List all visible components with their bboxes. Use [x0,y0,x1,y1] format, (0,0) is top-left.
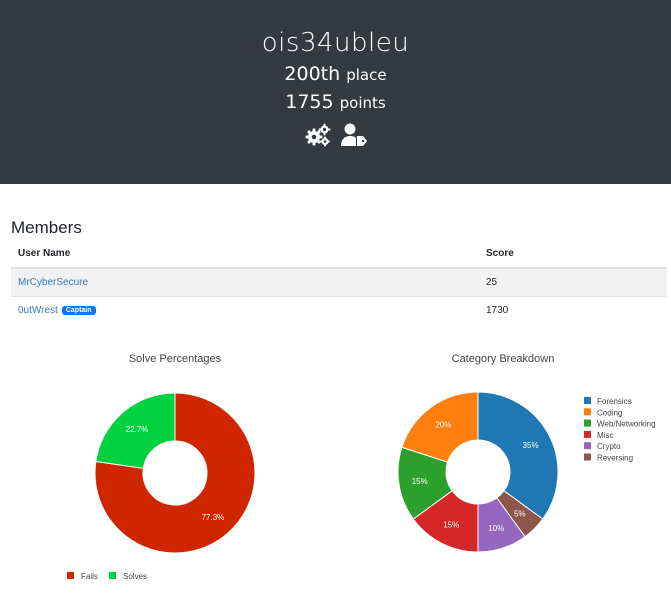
legend-label-forensics: Forensics [597,397,632,406]
legend-label-web-networking: Web/Networking [597,420,656,429]
team-place: 200th place [0,63,671,85]
members-table: User Name Score MrCyberSecure 25 0utWres… [11,240,667,324]
place-number: 200th [284,63,341,85]
points-word: points [339,94,386,112]
member-name-cell: 0utWrest Captain [11,295,479,324]
captain-badge: Captain [61,305,96,315]
member-score: 25 [479,267,667,296]
table-row: 0utWrest Captain 1730 [11,295,667,324]
user-tag-icon[interactable] [340,122,367,148]
member-link[interactable]: MrCyberSecure [18,277,88,288]
legend-swatch-coding [584,408,591,416]
settings-cogs-icon[interactable] [305,122,331,148]
team-name: ois34ubleu [261,28,410,58]
legend-swatch-misc [584,430,591,438]
table-row: MrCyberSecure 25 [11,267,667,296]
data-label-web-networking: 15% [412,477,428,486]
legend-swatch-solves [109,572,116,579]
column-header-username: User Name [11,240,479,269]
data-label-reversing: 5% [514,510,526,519]
data-label-crypto: 10% [488,524,504,533]
legend-swatch-crypto [584,442,591,450]
legend-label-misc: Misc [597,431,613,440]
legend-swatch-forensics [584,397,591,404]
team-header: ois34ubleu 200th place 1755 points [0,0,671,184]
place-word: place [346,66,387,84]
team-actions [0,122,671,148]
data-label-misc: 15% [443,521,459,530]
legend-swatch-web-networking [584,419,591,427]
data-label-coding: 20% [435,420,451,429]
team-points: 1755 points [0,91,671,113]
points-number: 1755 [285,91,334,113]
data-label-fails: 77.3% [202,513,225,522]
member-score: 1730 [479,295,667,324]
legend-swatch-reversing [584,453,591,461]
member-name-cell: MrCyberSecure [11,267,479,296]
legend-label-solves: Solves [123,572,147,581]
table-header-row: User Name Score [11,240,667,269]
members-heading: Members [11,218,82,237]
legend-swatch-fails [67,572,74,579]
data-label-solves: 22.7% [126,425,149,434]
slice-forensics[interactable] [477,391,559,520]
legend-label-coding: Coding [597,408,622,417]
legend-label-reversing: Reversing [597,454,633,463]
legend-label-fails: Fails [81,572,98,581]
category-breakdown-chart: 35% 5% 10% 15% 15% 20% Forensics Coding Web/Netw… [397,391,656,553]
legend-label-crypto: Crypto [597,442,621,451]
solve-percentages-chart: 77.3% 22.7% Fails Solves [67,392,256,581]
member-link[interactable]: 0utWrest [18,305,58,316]
column-header-score: Score [479,240,667,269]
data-label-forensics: 35% [523,441,539,450]
